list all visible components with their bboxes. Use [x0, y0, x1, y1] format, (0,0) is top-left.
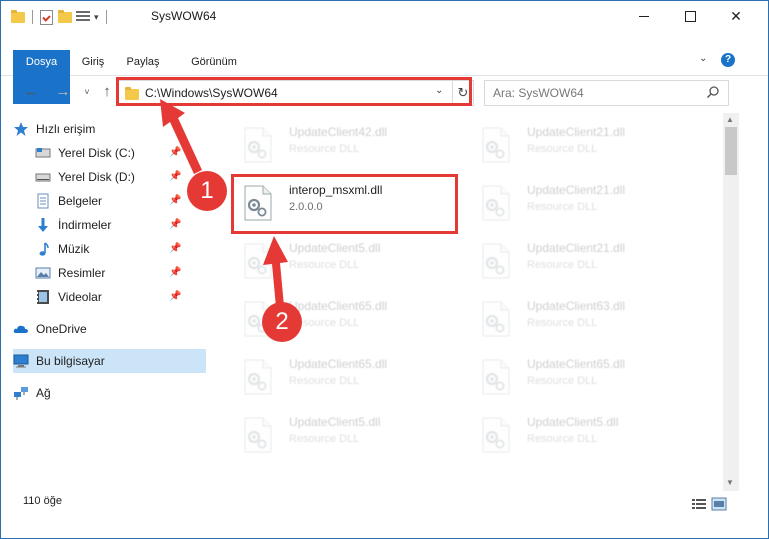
arrow-to-file [263, 236, 288, 307]
arrow-to-address-bar [160, 99, 202, 174]
step-badge-1: 1 [187, 171, 227, 211]
annotation-arrows [160, 99, 288, 307]
step-badge-2: 2 [262, 302, 302, 342]
